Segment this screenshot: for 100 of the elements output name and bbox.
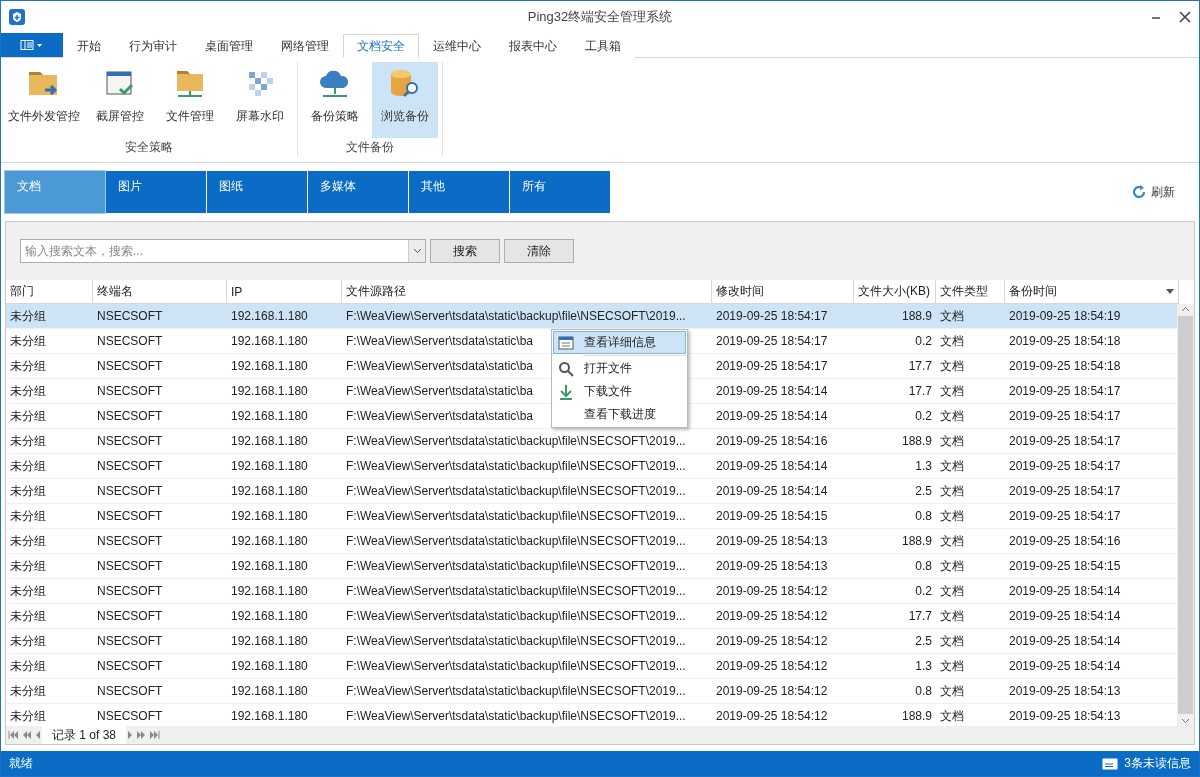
column-header[interactable]: 文件源路径 bbox=[342, 280, 712, 304]
ribbon-button[interactable]: 浏览备份 bbox=[372, 62, 438, 138]
column-header[interactable]: 文件类型 bbox=[936, 280, 1005, 304]
shield-logo-icon bbox=[9, 9, 25, 25]
table-cell: NSECSOFT bbox=[97, 659, 163, 673]
table-cell: 2019-09-25 18:54:14 bbox=[716, 409, 828, 423]
search-panel-button[interactable]: 清除 bbox=[504, 239, 574, 263]
menu-item[interactable]: 打开文件 bbox=[553, 357, 686, 380]
table-cell: F:\WeaView\Server\tsdata\static\backup\file\NSECSOFT\2019... bbox=[346, 434, 686, 448]
ribbon-tab[interactable]: 文档安全 bbox=[343, 34, 419, 58]
table-cell: 未分组 bbox=[10, 382, 46, 400]
table-cell: 2019-09-25 18:54:14 bbox=[716, 484, 828, 498]
table-cell: 0.2 bbox=[915, 409, 932, 423]
table-cell: 未分组 bbox=[10, 532, 46, 550]
table-cell: NSECSOFT bbox=[97, 509, 163, 523]
table-cell: 0.8 bbox=[915, 684, 932, 698]
table-cell: 2019-09-25 18:54:17 bbox=[1009, 509, 1121, 523]
category-tab[interactable]: 多媒体 bbox=[308, 171, 408, 213]
table-cell: F:\WeaView\Server\tsdata\static\backup\file\NSECSOFT\2019... bbox=[346, 459, 686, 473]
table-cell: 未分组 bbox=[10, 357, 46, 375]
table-cell: 0.8 bbox=[915, 509, 932, 523]
group-label: 安全策略 bbox=[124, 139, 174, 156]
close-icon[interactable] bbox=[1179, 11, 1191, 23]
table-cell: 2019-09-25 18:54:12 bbox=[716, 659, 828, 673]
column-header[interactable]: 文件大小(KB) bbox=[854, 280, 936, 304]
table-cell: NSECSOFT bbox=[97, 534, 163, 548]
ribbon-button[interactable]: 文件管理 bbox=[157, 62, 223, 138]
table-cell: 文档 bbox=[940, 707, 964, 725]
table-cell: 2019-09-25 18:54:13 bbox=[1009, 684, 1121, 698]
scroll-down-icon[interactable] bbox=[1181, 718, 1190, 724]
column-header[interactable]: 备份时间 bbox=[1005, 280, 1179, 304]
category-tab[interactable]: 所有 bbox=[510, 171, 610, 213]
table-cell: F:\WeaView\Server\tsdata\static\backup\file\NSECSOFT\2019... bbox=[346, 509, 686, 523]
menu-item[interactable]: 查看详细信息 bbox=[553, 331, 686, 354]
unread-messages[interactable]: 3条未读信息 bbox=[1124, 755, 1191, 772]
table-cell: 2019-09-25 18:54:13 bbox=[716, 534, 828, 548]
table-cell: 1.3 bbox=[915, 659, 932, 673]
table-icon bbox=[558, 335, 574, 350]
vertical-scrollbar[interactable] bbox=[1177, 304, 1194, 726]
app-menu-button[interactable] bbox=[1, 33, 63, 57]
table-cell: F:\WeaView\Server\tsdata\static\backup\file\NSECSOFT\2019... bbox=[346, 684, 686, 698]
table-cell: F:\WeaView\Server\tsdata\static\backup\file\NSECSOFT\2019... bbox=[346, 634, 686, 648]
table-cell: 192.168.1.180 bbox=[231, 309, 308, 323]
scroll-up-icon[interactable] bbox=[1181, 306, 1190, 312]
first-page-icon[interactable] bbox=[6, 731, 20, 739]
table-cell: F:\WeaView\Server\tsdata\static\backup\file\NSECSOFT\2019... bbox=[346, 584, 686, 598]
column-header[interactable]: 终端名 bbox=[93, 280, 227, 304]
table-cell: 2019-09-25 18:54:13 bbox=[716, 559, 828, 573]
table-cell: 2019-09-25 18:54:17 bbox=[1009, 434, 1121, 448]
table-cell: NSECSOFT bbox=[97, 309, 163, 323]
menu-item[interactable]: 查看下载进度 bbox=[553, 403, 686, 426]
table-cell: F:\WeaView\Server\tsdata\static\backup\file\NSECSOFT\2019... bbox=[346, 534, 686, 548]
table-cell: 未分组 bbox=[10, 407, 46, 425]
table-cell: 文档 bbox=[940, 682, 964, 700]
table-cell: 2019-09-25 18:54:14 bbox=[1009, 634, 1121, 648]
table-cell: 2019-09-25 18:54:18 bbox=[1009, 359, 1121, 373]
table-cell: 2019-09-25 18:54:17 bbox=[716, 359, 828, 373]
table-cell: 2.5 bbox=[915, 634, 932, 648]
table-cell: 192.168.1.180 bbox=[231, 409, 308, 423]
ribbon-button[interactable]: 截屏管控 bbox=[87, 62, 153, 138]
last-page-icon[interactable] bbox=[148, 731, 163, 739]
menu-item[interactable]: 下载文件 bbox=[553, 380, 686, 403]
table-cell: 2019-09-25 18:54:14 bbox=[1009, 584, 1121, 598]
category-tab[interactable]: 其他 bbox=[409, 171, 509, 213]
table-cell: NSECSOFT bbox=[97, 559, 163, 573]
table-cell: 2019-09-25 18:54:16 bbox=[1009, 534, 1121, 548]
table-cell: F:\WeaView\Server\tsdata\static\backup\file\NSECSOFT\2019... bbox=[346, 309, 686, 323]
ribbon-button[interactable]: 备份策略 bbox=[302, 62, 368, 138]
table-cell: 未分组 bbox=[10, 582, 46, 600]
category-tab[interactable]: 图纸 bbox=[207, 171, 307, 213]
column-header[interactable]: IP bbox=[227, 280, 342, 304]
table-cell: 文档 bbox=[940, 382, 964, 400]
table-cell: 未分组 bbox=[10, 507, 46, 525]
window-title: Ping32终端安全管理系统 bbox=[527, 8, 673, 26]
table-cell: 文档 bbox=[940, 357, 964, 375]
category-tab[interactable]: 图片 bbox=[106, 171, 206, 213]
table-cell: 192.168.1.180 bbox=[231, 459, 308, 473]
table-cell: 未分组 bbox=[10, 432, 46, 450]
table-cell: 2019-09-25 18:54:14 bbox=[716, 459, 828, 473]
table-cell: 192.168.1.180 bbox=[231, 434, 308, 448]
table-cell: 2019-09-25 18:54:16 bbox=[716, 434, 828, 448]
table-cell: 2019-09-25 18:54:12 bbox=[716, 684, 828, 698]
refresh-button[interactable]: 刷新 bbox=[1125, 182, 1181, 202]
table-cell: F:\WeaView\Server\tsdata\static\backup\file\NSECSOFT\2019... bbox=[346, 484, 686, 498]
table-cell: F:\WeaView\Server\tsdata\static\ba bbox=[346, 359, 533, 373]
message-icon[interactable] bbox=[1102, 757, 1119, 770]
search-panel-button[interactable]: 搜索 bbox=[430, 239, 500, 263]
table-cell: 文档 bbox=[940, 507, 964, 525]
table-cell: 192.168.1.180 bbox=[231, 484, 308, 498]
table-cell: 192.168.1.180 bbox=[231, 559, 308, 573]
ribbon-button[interactable]: 屏幕水印 bbox=[227, 62, 293, 138]
table-cell: 未分组 bbox=[10, 707, 46, 725]
ribbon-button[interactable]: 文件外发管控 bbox=[5, 62, 83, 138]
table-cell: 文档 bbox=[940, 557, 964, 575]
refresh-icon bbox=[1131, 184, 1147, 200]
column-header[interactable]: 修改时间 bbox=[712, 280, 854, 304]
column-header[interactable]: 部门 bbox=[6, 280, 93, 304]
dropdown-triangle-icon[interactable] bbox=[1166, 289, 1174, 294]
chevron-down-icon[interactable] bbox=[412, 248, 422, 254]
table-cell: 1.3 bbox=[915, 459, 932, 473]
